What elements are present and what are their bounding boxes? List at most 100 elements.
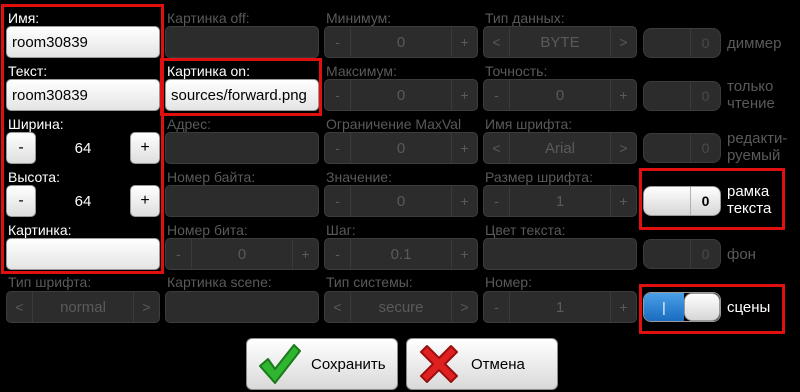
font-size-label: Размер шрифта: [485, 169, 593, 185]
step-increment-button[interactable]: + [451, 239, 477, 269]
min-label: Минимум: [326, 10, 392, 26]
system-type-prev-button[interactable]: < [325, 292, 351, 322]
maxval-stepper: - 0 + [324, 132, 478, 164]
value-stepper: - 0 + [324, 185, 478, 217]
min-decrement-button[interactable]: - [325, 27, 351, 57]
value-decrement-button[interactable]: - [325, 186, 351, 216]
text-label: Текст: [8, 63, 48, 79]
width-decrement-button[interactable]: - [6, 132, 36, 164]
value-increment-button[interactable]: + [451, 186, 477, 216]
data-type-selector: < BYTE > [483, 26, 637, 58]
image-input[interactable] [6, 238, 160, 270]
font-name-value: Arial [544, 139, 575, 157]
system-type-next-button[interactable]: > [451, 292, 477, 322]
scenes-toggle-on-indicator: | [644, 293, 684, 321]
bit-number-label: Номер бита: [167, 222, 248, 238]
precision-value: 0 [555, 86, 565, 104]
font-size-value: 1 [555, 192, 565, 210]
address-input[interactable] [165, 132, 319, 164]
text-frame-toggle[interactable]: 0 [643, 186, 721, 216]
readonly-label: только чтение [727, 78, 775, 112]
font-type-value: normal [60, 298, 106, 316]
data-type-label: Тип данных: [485, 10, 565, 26]
editable-toggle[interactable]: 0 [643, 133, 721, 163]
name-input[interactable]: room30839 [6, 26, 160, 58]
min-increment-button[interactable]: + [451, 27, 477, 57]
max-stepper: - 0 + [324, 79, 478, 111]
width-stepper: - 64 + [6, 132, 160, 164]
system-type-label: Тип системы: [326, 274, 413, 290]
font-name-label: Имя шрифта: [485, 116, 573, 132]
scenes-toggle[interactable]: | [643, 292, 721, 322]
data-type-next-button[interactable]: > [610, 27, 636, 57]
font-size-decrement-button[interactable]: - [484, 186, 510, 216]
readonly-toggle[interactable]: 0 [643, 81, 721, 111]
font-type-next-button[interactable]: > [133, 292, 159, 322]
height-decrement-button[interactable]: - [6, 185, 36, 217]
text-input[interactable]: room30839 [6, 79, 160, 111]
number-decrement-button[interactable]: - [484, 292, 510, 322]
maxval-label: Ограничение MaxVal [326, 116, 462, 132]
text-color-label: Цвет текста: [485, 222, 566, 238]
save-button[interactable]: Сохранить [246, 338, 398, 390]
background-label: фон [727, 246, 756, 263]
step-stepper: - 0.1 + [324, 238, 478, 270]
height-value: 64 [74, 192, 92, 210]
editable-label: редакти- руемый [727, 130, 788, 164]
height-stepper: - 64 + [6, 185, 160, 217]
byte-number-input[interactable] [165, 185, 319, 217]
maxval-decrement-button[interactable]: - [325, 133, 351, 163]
font-name-selector: < Arial > [483, 132, 637, 164]
image-off-label: Картинка off: [167, 10, 250, 26]
max-increment-button[interactable]: + [451, 80, 477, 110]
max-value: 0 [396, 86, 406, 104]
maxval-value: 0 [396, 139, 406, 157]
font-type-prev-button[interactable]: < [7, 292, 33, 322]
cancel-button[interactable]: Отмена [406, 338, 558, 390]
height-label: Высота: [8, 169, 60, 185]
maxval-increment-button[interactable]: + [451, 133, 477, 163]
text-color-picker[interactable] [483, 238, 637, 270]
precision-decrement-button[interactable]: - [484, 80, 510, 110]
scenes-toggle-knob [684, 293, 720, 321]
checkmark-icon [253, 339, 305, 389]
save-button-label: Сохранить [311, 355, 386, 373]
number-increment-button[interactable]: + [610, 292, 636, 322]
text-frame-toggle-knob: 0 [690, 187, 720, 215]
image-on-label: Картинка on: [167, 63, 250, 79]
width-increment-button[interactable]: + [130, 132, 160, 164]
step-decrement-button[interactable]: - [325, 239, 351, 269]
width-value: 64 [74, 139, 92, 157]
scenes-toggle-track: | [644, 293, 720, 321]
dimmer-toggle[interactable]: 0 [643, 28, 721, 58]
data-type-value: BYTE [540, 33, 580, 51]
name-label: Имя: [8, 10, 40, 26]
bit-number-increment-button[interactable]: + [292, 239, 318, 269]
bit-number-value: 0 [237, 245, 247, 263]
value-label: Значение: [326, 169, 392, 185]
data-type-prev-button[interactable]: < [484, 27, 510, 57]
font-size-stepper: - 1 + [483, 185, 637, 217]
font-name-prev-button[interactable]: < [484, 133, 510, 163]
font-name-next-button[interactable]: > [610, 133, 636, 163]
image-on-input[interactable]: sources/forward.png [165, 79, 319, 111]
number-value: 1 [555, 298, 565, 316]
dimmer-label: диммер [727, 35, 782, 52]
precision-label: Точность: [485, 63, 548, 79]
font-size-increment-button[interactable]: + [610, 186, 636, 216]
font-type-selector: < normal > [6, 291, 160, 323]
background-toggle[interactable]: 0 [643, 239, 721, 269]
scene-image-input[interactable] [165, 291, 319, 323]
precision-increment-button[interactable]: + [610, 80, 636, 110]
system-type-value: secure [378, 298, 424, 316]
system-type-selector: < secure > [324, 291, 478, 323]
readonly-toggle-knob: 0 [690, 82, 720, 110]
bit-number-decrement-button[interactable]: - [166, 239, 192, 269]
font-type-label: Тип шрифта: [8, 274, 92, 290]
max-decrement-button[interactable]: - [325, 80, 351, 110]
precision-stepper: - 0 + [483, 79, 637, 111]
height-increment-button[interactable]: + [130, 185, 160, 217]
text-frame-label: рамка текста [727, 183, 772, 217]
byte-number-label: Номер байта: [167, 169, 256, 185]
image-off-input[interactable] [165, 26, 319, 58]
